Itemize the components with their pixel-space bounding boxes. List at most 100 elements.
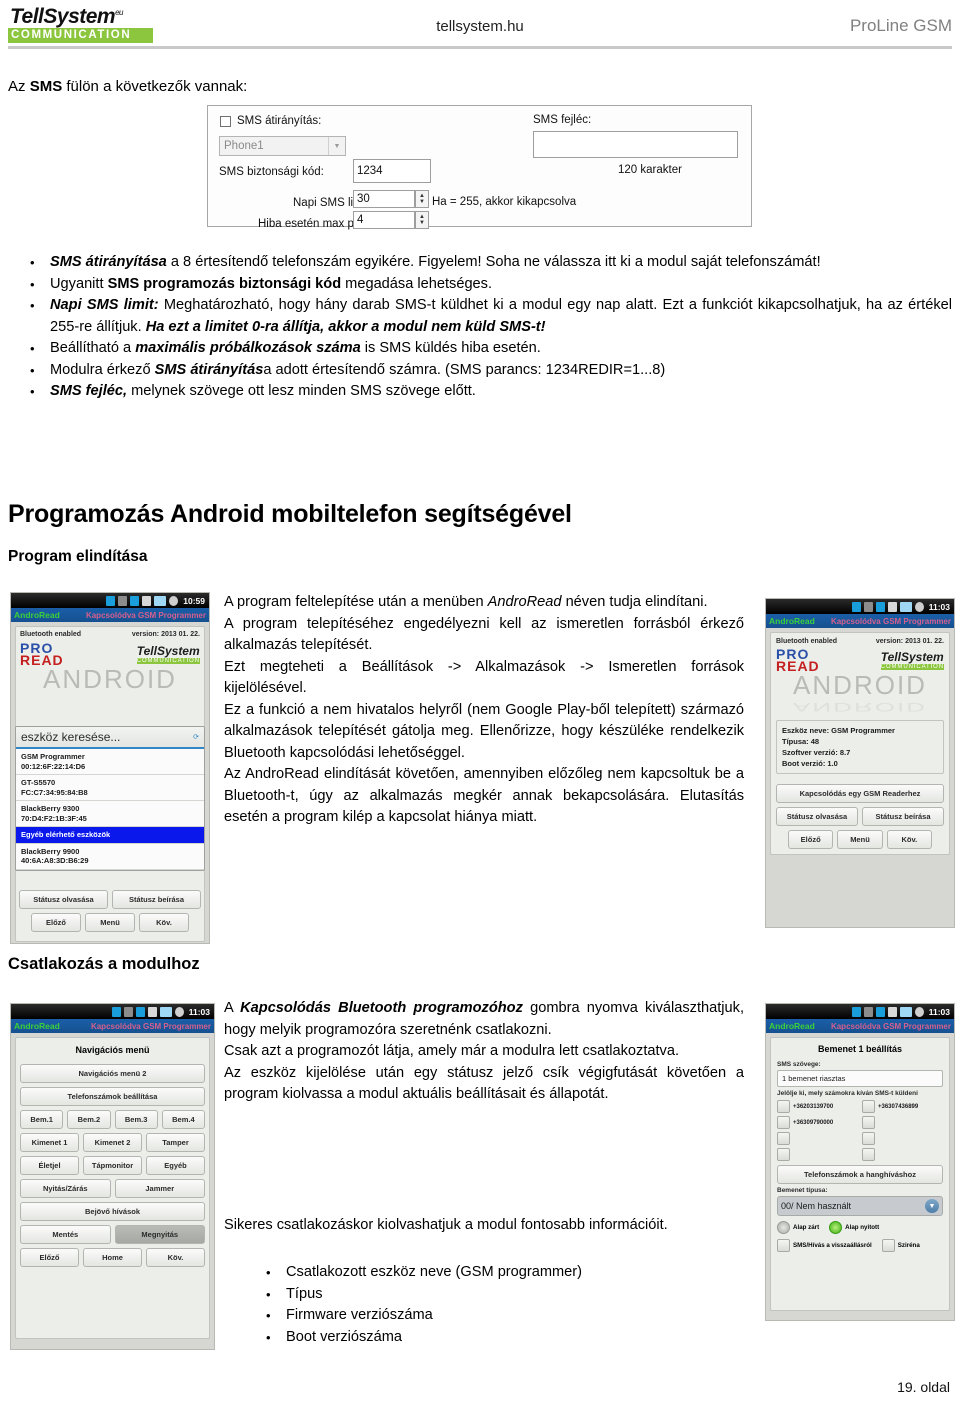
nav-button[interactable]: Bem.1 (20, 1110, 64, 1129)
next-button[interactable]: Köv. (139, 913, 189, 932)
menu-button[interactable]: Menü (85, 913, 135, 932)
vibrate-icon (863, 1006, 873, 1017)
phone-number-checkbox-cell[interactable]: +36307436899 (862, 1100, 943, 1113)
proread-logo: PRO READ (20, 641, 64, 667)
nav-menu-card: Navigációs menü Navigációs menü 2 Telefon… (15, 1037, 210, 1339)
voice-numbers-button[interactable]: Telefonszámok a hanghíváshoz (777, 1165, 943, 1184)
list-item: Csatlakozott eszköz neve (GSM programmer… (224, 1262, 744, 1284)
battery-icon (899, 1006, 912, 1017)
input-settings-card: Bemenet 1 beállítás SMS szövege: 1 bemen… (770, 1037, 950, 1311)
nav-button[interactable]: Bem.3 (114, 1110, 158, 1129)
ts-mini-word: TellSystem (880, 649, 944, 664)
phone-number-checkbox-cell[interactable] (777, 1148, 858, 1161)
connect-gsm-reader-button[interactable]: Kapcsolódás egy GSM Readerhez (776, 784, 944, 803)
max-retry-input[interactable]: 4 (353, 211, 415, 229)
nav-button[interactable]: Életjel (20, 1156, 79, 1175)
sms-redirect-row[interactable]: SMS átirányítás: (220, 115, 321, 127)
phone-screenshot-device-search: 10:59 AndroRead Kapcsolódva GSM Programm… (10, 592, 210, 944)
module-info-intro: Sikeres csatlakozáskor kiolvashatjuk a m… (224, 1215, 744, 1237)
nav-button[interactable]: Kimenet 2 (83, 1133, 142, 1152)
nav-button[interactable]: Bejövő hívások (20, 1202, 205, 1221)
checkbox-sms-on-restore[interactable]: SMS/Hívás a visszaállásról (777, 1239, 872, 1252)
phone-number-checkbox-cell[interactable] (862, 1116, 943, 1129)
menu-button[interactable]: Menü (837, 830, 883, 849)
list-item: Napi SMS limit: Meghatározható, hogy hán… (8, 295, 952, 338)
nav-button[interactable]: Telefonszámok beállítása (20, 1087, 205, 1106)
module-info-line: Boot verzió: 1.0 (782, 759, 838, 768)
android-watermark: ANDROID (43, 664, 177, 694)
module-info-intro-text: Sikeres csatlakozáskor kiolvashatjuk a m… (224, 1217, 668, 1233)
status-bar-time: 11:03 (928, 601, 950, 612)
module-info-line: Típusa: 48 (782, 737, 820, 746)
input-type-value: 00/ Nem használt (781, 1201, 852, 1211)
sms-text-input[interactable]: 1 bemenet riasztas (777, 1070, 943, 1087)
status-read-button[interactable]: Státusz olvasása (19, 890, 108, 909)
phone-select-dropdown[interactable]: Phone1 ▼ (219, 136, 346, 156)
daily-limit-stepper[interactable]: ▲ ▼ (415, 190, 429, 208)
radio-normally-open[interactable]: Alap nyitott (829, 1221, 879, 1234)
nav-button[interactable]: Megnyitás (114, 1225, 205, 1244)
network-3g-icon (875, 1006, 885, 1017)
paragraph: A program feltelepítése után a menüben A… (224, 594, 708, 610)
nav-button[interactable]: Jammer (114, 1179, 205, 1198)
nav-button[interactable]: Navigációs menü 2 (20, 1064, 205, 1083)
chevron-down-icon[interactable]: ▼ (328, 137, 345, 155)
device-list-item[interactable]: BlackBerry 9300 70:D4:F2:1B:3F:45 (16, 801, 204, 827)
status-write-button[interactable]: Státusz beírása (862, 807, 944, 826)
phone-number-checkbox-cell[interactable]: +36203139700 (777, 1100, 858, 1113)
checkbox-siren[interactable]: Sziréna (881, 1239, 920, 1252)
nav-button[interactable]: Köv. (146, 1248, 205, 1267)
checkbox-icon (862, 1132, 875, 1145)
device-list-item[interactable]: Egyéb elérhető eszközök (16, 827, 204, 844)
status-bar-time: 11:03 (188, 1006, 210, 1017)
security-code-input[interactable]: 1234 (353, 159, 431, 183)
signal-icon (887, 601, 897, 612)
status-write-button[interactable]: Státusz beírása (112, 890, 201, 909)
phone-number-checkbox-cell[interactable]: +36309790000 (777, 1116, 858, 1129)
nav-button[interactable]: Bem.4 (161, 1110, 205, 1129)
phone-number-checkbox-cell[interactable] (777, 1132, 858, 1145)
next-button[interactable]: Köv. (886, 830, 932, 849)
daily-limit-input[interactable]: 30 (353, 190, 415, 208)
app-title-bar: AndroRead Kapcsolódva GSM Programmer (11, 1019, 214, 1033)
max-retry-stepper[interactable]: ▲ ▼ (415, 211, 429, 229)
device-list-item[interactable]: GSM Programmer 00:12:6F:22:14:D6 (16, 749, 204, 775)
phone-body: Bemenet 1 beállítás SMS szövege: 1 bemen… (766, 1033, 954, 1315)
nav-button[interactable]: Home (83, 1248, 142, 1267)
nav-button[interactable]: Nyitás/Zárás (20, 1179, 111, 1198)
sms-redirect-checkbox[interactable] (220, 115, 231, 127)
checkbox-icon (862, 1100, 875, 1113)
status-read-button[interactable]: Státusz olvasása (776, 807, 858, 826)
radio-normally-closed[interactable]: Alap zárt (777, 1221, 819, 1234)
device-list[interactable]: GSM Programmer 00:12:6F:22:14:D6 GT-S5570 F… (16, 749, 204, 870)
nav-button[interactable]: Tamper (146, 1133, 205, 1152)
nav-button[interactable]: Előző (20, 1248, 79, 1267)
status-bar-time: 11:03 (928, 1006, 950, 1017)
chevron-down-icon[interactable]: ▼ (925, 1199, 939, 1213)
nav-button[interactable]: Bem.2 (67, 1110, 111, 1129)
nav-button[interactable]: Kimenet 1 (20, 1133, 79, 1152)
phone-body: Bluetooth enabled version: 2013 01. 22. … (766, 628, 954, 859)
device-list-item[interactable]: GT-S5570 FC:C7:34:95:84:B8 (16, 775, 204, 801)
device-list-item[interactable]: BlackBerry 9900 40:6A:A8:3D:B6:29 (16, 844, 204, 870)
nav-button[interactable]: Egyéb (146, 1156, 205, 1175)
phone-number-checkbox-cell[interactable] (862, 1148, 943, 1161)
battery-icon (159, 1006, 172, 1017)
checkbox-icon (777, 1100, 790, 1113)
phone-screenshot-connected-info: 11:03 AndroRead Kapcsolódva GSM Programm… (765, 598, 955, 928)
prev-button[interactable]: Előző (31, 913, 81, 932)
sms-header-input[interactable] (533, 131, 738, 158)
nav-button[interactable]: Tápmonitor (83, 1156, 142, 1175)
paragraph: Ezt megteheti a Beállítások -> Alkalmazá… (224, 658, 744, 697)
phone-number-checkbox-cell[interactable] (862, 1132, 943, 1145)
prev-button[interactable]: Előző (788, 830, 834, 849)
list-item: Firmware verziószáma (224, 1305, 744, 1327)
nav-button[interactable]: Mentés (20, 1225, 111, 1244)
bt-version-row: Bluetooth enabled version: 2013 01. 22. (20, 631, 200, 638)
page-header: TellSystemeu COMMUNICATION tellsystem.hu… (0, 0, 960, 49)
app-version-label: version: 2013 01. 22. (131, 631, 200, 638)
nav-button-row: Bem.1 Bem.2 Bem.3 Bem.4 (20, 1110, 205, 1129)
app-version-label: version: 2013 01. 22. (875, 638, 944, 645)
subsection-program-start: Program elindítása (8, 548, 148, 565)
input-type-select[interactable]: 00/ Nem használt ▼ (777, 1196, 943, 1216)
